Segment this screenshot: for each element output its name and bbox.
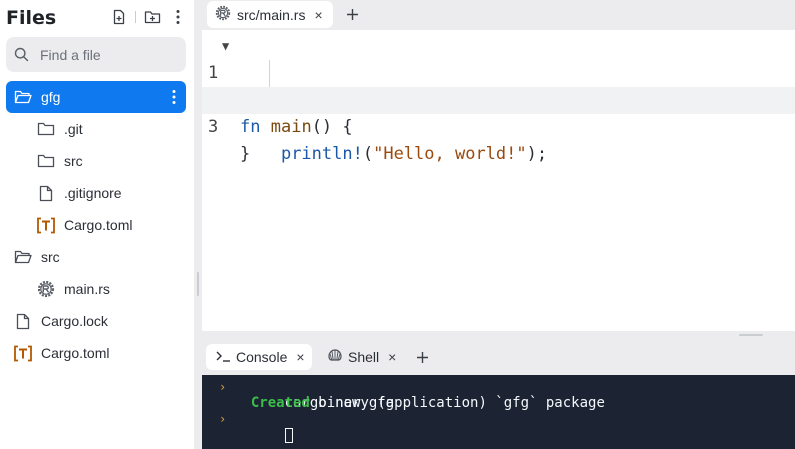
folder-open-icon bbox=[13, 87, 33, 107]
tree-item-cargo-toml-nested[interactable]: Cargo.toml bbox=[0, 209, 194, 241]
closing-brace: } bbox=[240, 144, 251, 164]
tree-item-label: Cargo.toml bbox=[64, 217, 133, 233]
terminal-cursor[interactable] bbox=[284, 427, 293, 443]
file-tree: gfg .git src .gitignore Cargo.toml src m… bbox=[0, 81, 194, 369]
function-name: main bbox=[270, 117, 312, 137]
console-tab-bar: Console × Shell × bbox=[202, 340, 795, 375]
close-tab-icon[interactable]: × bbox=[314, 7, 322, 23]
tab-label: src/main.rs bbox=[237, 6, 306, 23]
terminal-output[interactable]: › cargo new gfg Created binary (applicati… bbox=[202, 375, 795, 449]
item-menu-icon[interactable] bbox=[168, 87, 180, 107]
close-tab-icon[interactable]: × bbox=[388, 349, 396, 365]
file-icon bbox=[13, 311, 33, 331]
code-text: println!("Hello, world!"); bbox=[240, 141, 547, 168]
signature-punctuation: () { bbox=[311, 117, 353, 137]
tree-item-label: gfg bbox=[41, 89, 61, 105]
tree-item-label: src bbox=[64, 153, 83, 169]
folder-icon bbox=[36, 119, 56, 139]
close-tab-icon[interactable]: × bbox=[296, 349, 304, 365]
code-line-2: 2 println!("Hello, world!"); bbox=[202, 60, 795, 164]
file-search bbox=[6, 37, 186, 72]
sidebar-title: Files bbox=[6, 7, 57, 29]
file-sidebar: Files gfg bbox=[0, 0, 194, 449]
statement-end: ); bbox=[526, 144, 548, 164]
open-paren: ( bbox=[362, 144, 374, 164]
more-options-icon[interactable] bbox=[168, 6, 188, 28]
tree-item-label: Cargo.toml bbox=[41, 345, 110, 361]
tree-item-label: src bbox=[41, 249, 60, 265]
tree-item-cargo-lock[interactable]: Cargo.lock bbox=[0, 305, 194, 337]
sidebar-header: Files bbox=[6, 4, 188, 30]
tree-item-main-rs[interactable]: main.rs bbox=[0, 273, 194, 305]
tree-item-src[interactable]: src bbox=[0, 241, 194, 273]
output-text: binary (application) `gfg` package bbox=[309, 395, 605, 411]
prompt-chevron-icon: › bbox=[219, 380, 227, 394]
sidebar-actions bbox=[109, 6, 188, 28]
fold-toggle-icon[interactable]: ▼ bbox=[222, 33, 229, 60]
search-icon bbox=[14, 47, 29, 67]
indent-guide bbox=[269, 60, 270, 87]
tab-label: Shell bbox=[348, 349, 380, 365]
resize-grip bbox=[739, 334, 763, 336]
tree-item-label: .gitignore bbox=[64, 185, 122, 201]
toml-icon bbox=[36, 215, 56, 235]
file-icon bbox=[36, 183, 56, 203]
search-input[interactable] bbox=[40, 37, 180, 72]
toml-icon bbox=[13, 343, 33, 363]
tree-item-gfg[interactable]: gfg bbox=[6, 81, 186, 113]
code-line-1: 1 ▼ fn main() { bbox=[202, 33, 795, 137]
line-number: 3 bbox=[208, 117, 219, 137]
sidebar-resize-handle[interactable] bbox=[194, 0, 202, 449]
console-pane: Console × Shell × › cargo new gfg Created… bbox=[202, 340, 795, 449]
created-status: Created bbox=[250, 395, 310, 411]
terminal-line-input: › bbox=[202, 411, 795, 443]
code-line-3: 3 } bbox=[202, 87, 795, 164]
tree-item-cargo-toml[interactable]: Cargo.toml bbox=[0, 337, 194, 369]
sidebar-actions-separator bbox=[135, 11, 136, 23]
tree-item-src-nested[interactable]: src bbox=[0, 145, 194, 177]
tab-label: Console bbox=[236, 349, 288, 365]
terminal-icon bbox=[215, 349, 231, 366]
rust-icon bbox=[215, 5, 231, 24]
new-file-icon[interactable] bbox=[109, 6, 129, 28]
rust-icon bbox=[36, 279, 56, 299]
prompt-chevron-icon: › bbox=[219, 412, 227, 426]
folder-open-icon bbox=[13, 247, 33, 267]
code-text: } bbox=[240, 141, 250, 168]
code-editor-pane: src/main.rs × 1 ▼ fn main() { 2 println!… bbox=[202, 0, 795, 331]
tree-item-label: main.rs bbox=[64, 281, 110, 297]
terminal-line-command: › cargo new gfg bbox=[202, 379, 795, 411]
macro-call: println! bbox=[280, 144, 363, 164]
resize-grip bbox=[197, 272, 199, 296]
string-literal: "Hello, world!" bbox=[373, 144, 527, 164]
console-resize-handle[interactable] bbox=[202, 331, 795, 340]
code-area[interactable]: 1 ▼ fn main() { 2 println!("Hello, world… bbox=[202, 33, 795, 164]
terminal-line-output: Created binary (application) `gfg` packa… bbox=[202, 395, 795, 411]
tree-item-git[interactable]: .git bbox=[0, 113, 194, 145]
tab-shell[interactable]: Shell × bbox=[325, 344, 396, 370]
add-tab-icon[interactable] bbox=[342, 3, 362, 25]
tree-item-label: .git bbox=[64, 121, 83, 137]
tree-item-gitignore[interactable]: .gitignore bbox=[0, 177, 194, 209]
new-folder-icon[interactable] bbox=[142, 6, 162, 28]
add-tab-icon[interactable] bbox=[412, 346, 432, 368]
editor-tab-bar: src/main.rs × bbox=[202, 0, 795, 30]
shell-icon bbox=[327, 348, 343, 366]
folder-icon bbox=[36, 151, 56, 171]
tree-item-label: Cargo.lock bbox=[41, 313, 108, 329]
tab-console[interactable]: Console × bbox=[206, 344, 312, 370]
tab-main-rs[interactable]: src/main.rs × bbox=[207, 1, 333, 28]
